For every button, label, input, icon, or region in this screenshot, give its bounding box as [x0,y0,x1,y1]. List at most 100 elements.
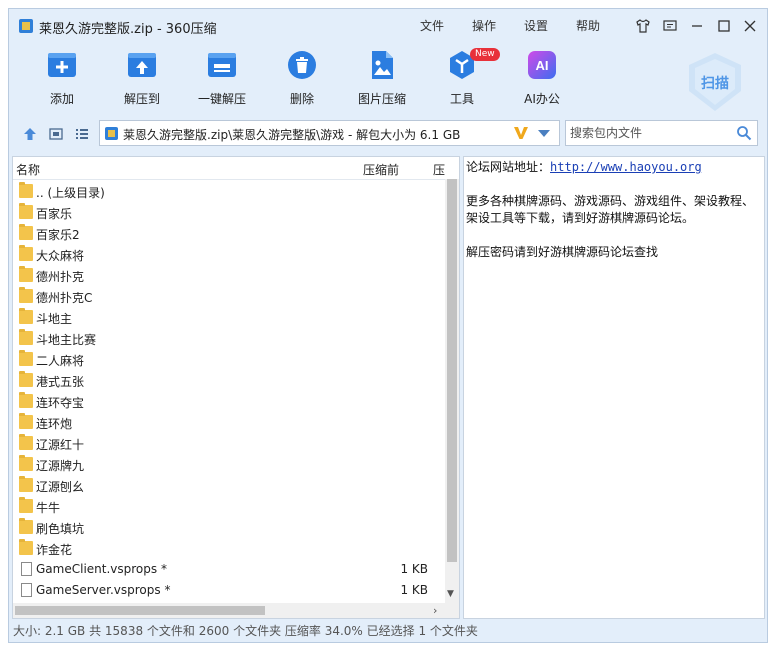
folder-row[interactable]: 斗地主比赛 [13,328,445,349]
file-name: GameServer.vsprops * [36,583,171,597]
file-name: 大众麻将 [36,249,85,263]
folder-icon [19,287,33,303]
horizontal-scrollbar-thumb[interactable] [15,606,265,615]
folder-row[interactable]: 百家乐2 [13,223,445,244]
file-name: 德州扑克C [36,291,93,305]
folder-icon [19,434,33,450]
file-name: 二人麻将 [36,354,85,368]
file-list: .. (上级目录) 百家乐百家乐2 大众麻将德州扑克德州扑克C 斗地主斗地主比赛二人麻… [13,181,445,601]
folder-icon [19,203,33,219]
feedback-icon[interactable] [662,18,678,34]
scan-button[interactable]: 扫描 [681,51,749,113]
column-header: 名称 压缩前 压 [13,157,459,180]
comment-line-more: 更多各种棋牌源码、游戏源码、游戏组件、架设教程、 [466,194,755,208]
list-view-icon[interactable] [74,126,90,142]
folder-row[interactable]: 辽源刨幺 [13,475,445,496]
new-badge: New [470,48,500,61]
folder-row[interactable]: 辽源牌九 [13,454,445,475]
folder-icon [19,476,33,492]
tools-button[interactable]: New 工具 [424,48,500,113]
menu-help[interactable]: 帮助 [576,17,600,34]
folder-row[interactable]: 斗地主 [13,307,445,328]
file-name: 连环夺宝 [36,396,85,410]
folder-row[interactable]: 大众麻将 [13,244,445,265]
forum-link[interactable]: http://www.haoyou.org [550,160,702,174]
one-click-extract-button[interactable]: 一键解压 [184,49,260,113]
file-name: 辽源牌九 [36,459,85,473]
file-name: 辽源刨幺 [36,480,85,494]
vertical-scrollbar[interactable]: ▼ [445,179,459,603]
menu-file[interactable]: 文件 [420,17,444,34]
folder-row[interactable]: 二人麻将 [13,349,445,370]
file-row[interactable]: GameClient.vsprops * 1 KB [13,559,445,580]
comment-line-download: 架设工具等下载，请到好游棋牌源码论坛。 [466,211,695,225]
folder-row[interactable]: 百家乐 [13,202,445,223]
menu-settings[interactable]: 设置 [524,17,548,34]
file-name: GameClient.vsprops * [36,562,167,576]
extract-to-button[interactable]: 解压到 [104,49,180,113]
folder-icon [19,266,33,282]
file-icon [21,562,32,576]
file-name: 刷色填坑 [36,522,85,536]
vertical-scrollbar-thumb[interactable] [447,179,457,562]
extract-to-icon [128,53,156,77]
column-compressed-size[interactable]: 压 [433,161,445,178]
file-name: 斗地主 [36,312,73,326]
folder-row[interactable]: 德州扑克C [13,286,445,307]
ai-glyph: AI [536,58,549,73]
file-name: 连环炮 [36,417,73,431]
file-name: 德州扑克 [36,270,85,284]
horizontal-scrollbar[interactable]: › [13,603,459,618]
folder-row[interactable]: 德州扑克 [13,265,445,286]
column-original-size[interactable]: 压缩前 [363,161,399,178]
scroll-down-icon[interactable]: ▼ [447,589,454,599]
chevron-down-icon[interactable] [538,130,550,137]
delete-button[interactable]: 删除 [264,49,340,113]
folder-row[interactable]: 港式五张 [13,370,445,391]
zip-archive-icon [105,127,118,140]
trash-icon [288,51,316,79]
file-size: 1 KB [400,583,428,597]
window-title: 莱恩久游完整版.zip - 360压缩 [39,22,217,37]
file-list-pane: 名称 压缩前 压 .. (上级目录) 百家乐百家乐2 大众麻将德州扑克德州扑克C 斗地… [12,156,460,619]
folder-row[interactable]: 刷色填坑 [13,517,445,538]
add-button[interactable]: 添加 [24,49,100,113]
search-icon[interactable] [736,125,752,141]
maximize-icon[interactable] [716,18,732,34]
add-icon [48,53,76,77]
scroll-right-icon[interactable]: › [433,604,437,617]
folder-row[interactable]: 辽源红十 [13,433,445,454]
folder-row[interactable]: 牛牛 [13,496,445,517]
folder-icon [19,224,33,240]
minimize-icon[interactable] [689,18,705,34]
file-name: 百家乐 [36,207,73,221]
menu-operation[interactable]: 操作 [472,17,496,34]
folder-row[interactable]: 连环炮 [13,412,445,433]
ai-office-button[interactable]: AI AI办公 [504,49,580,113]
folder-row[interactable]: .. (上级目录) [13,181,445,202]
scan-label: 扫描 [701,75,729,92]
file-name: 辽源红十 [36,438,85,452]
toolbar: 添加 解压到 一键解压 删除 图片压缩 New 工具 AI AI办公 [9,43,767,117]
image-compress-button[interactable]: 图片压缩 [344,49,420,113]
file-row[interactable]: GameServer.vsprops * 1 KB [13,580,445,601]
one-click-extract-icon [208,53,236,77]
folder-row[interactable]: 连环夺宝 [13,391,445,412]
column-name[interactable]: 名称 [16,161,40,178]
folder-row[interactable]: 诈金花 [13,538,445,559]
address-bar[interactable]: 莱恩久游完整版.zip\莱恩久游完整版\游戏 - 解包大小为 6.1 GB [99,120,560,146]
up-arrow-icon[interactable] [22,126,38,142]
thumbnail-view-icon[interactable] [48,126,64,142]
file-name: 斗地主比赛 [36,333,97,347]
close-icon[interactable] [742,18,758,34]
skin-shirt-icon[interactable] [635,18,651,34]
archive-comment-pane: 论坛网站地址：http://www.haoyou.org 更多各种棋牌源码、游戏… [463,156,765,619]
comment-blank-line [466,227,764,244]
verified-v-icon[interactable] [512,124,530,142]
folder-icon [19,329,33,345]
address-path: 莱恩久游完整版.zip\莱恩久游完整版\游戏 - 解包大小为 6.1 GB [123,128,461,142]
title-bar: 莱恩久游完整版.zip - 360压缩 文件 操作 设置 帮助 [9,9,767,43]
folder-icon [19,392,33,408]
search-input[interactable] [570,125,730,141]
file-name: .. (上级目录) [36,186,105,200]
